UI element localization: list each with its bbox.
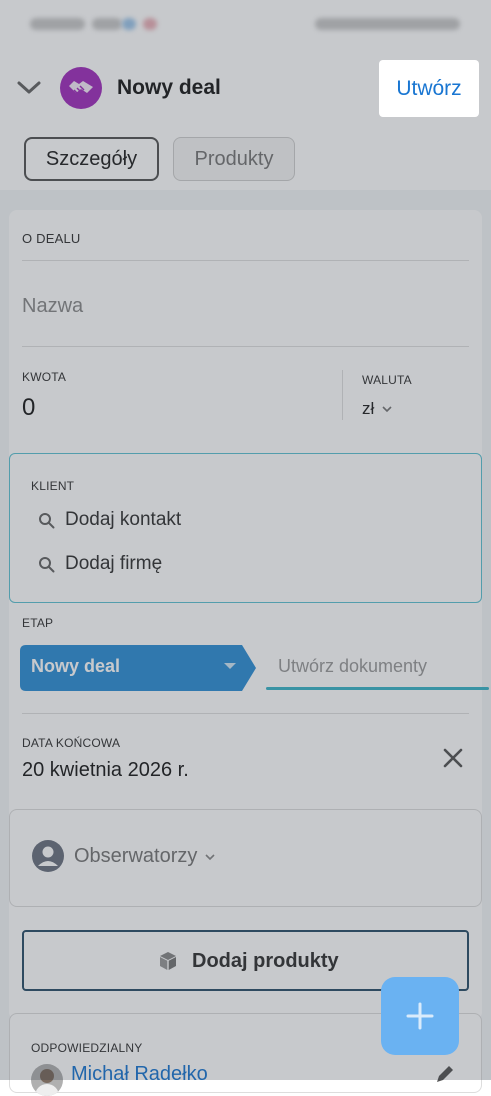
search-icon bbox=[39, 556, 55, 572]
divider bbox=[22, 713, 469, 714]
tab-bar: Szczegóły Produkty bbox=[0, 128, 491, 190]
pencil-icon[interactable] bbox=[434, 1063, 456, 1085]
responsible-name[interactable]: Michał Radełko bbox=[71, 1063, 208, 1086]
tab-products[interactable]: Produkty bbox=[173, 137, 295, 181]
add-products-label: Dodaj produkty bbox=[192, 950, 339, 972]
status-bar bbox=[0, 0, 491, 48]
create-documents-label: Utwórz dokumenty bbox=[278, 656, 428, 676]
end-date-value[interactable]: 20 kwietnia 2026 r. bbox=[22, 759, 189, 782]
handshake-icon bbox=[60, 67, 102, 109]
status-system-icons bbox=[315, 18, 460, 30]
chevron-down-icon bbox=[205, 853, 215, 860]
add-contact-label: Dodaj kontakt bbox=[65, 509, 182, 530]
add-company-button[interactable]: Dodaj firmę bbox=[38, 549, 162, 579]
divider bbox=[342, 370, 343, 420]
tab-details[interactable]: Szczegóły bbox=[24, 137, 159, 181]
observers-selector[interactable]: Obserwatorzy bbox=[74, 845, 216, 868]
stage-current-label: Nowy deal bbox=[31, 656, 121, 676]
observers-card[interactable]: Obserwatorzy bbox=[9, 809, 482, 907]
observers-label: Obserwatorzy bbox=[74, 845, 198, 867]
documents-underline bbox=[266, 687, 489, 690]
section-label-about: O DEALU bbox=[22, 231, 81, 246]
add-contact-button[interactable]: Dodaj kontakt bbox=[38, 505, 181, 535]
divider bbox=[22, 346, 469, 347]
amount-field[interactable]: 0 bbox=[22, 394, 35, 422]
chevron-down-icon bbox=[224, 663, 236, 669]
currency-value: zł bbox=[362, 399, 375, 418]
add-fab-button[interactable] bbox=[381, 977, 459, 1055]
currency-label: WALUTA bbox=[362, 373, 412, 387]
avatar bbox=[31, 1064, 63, 1096]
add-company-label: Dodaj firmę bbox=[65, 553, 163, 574]
responsible-label: ODPOWIEDZIALNY bbox=[31, 1041, 143, 1055]
header: Nowy deal Utwórz bbox=[0, 48, 491, 128]
status-time bbox=[30, 18, 85, 30]
status-notification-icons bbox=[92, 18, 122, 30]
name-field[interactable]: Nazwa bbox=[22, 295, 83, 318]
currency-select[interactable]: zł bbox=[362, 399, 393, 419]
status-app-icon bbox=[122, 18, 136, 30]
user-avatar-icon bbox=[32, 840, 64, 872]
create-button[interactable]: Utwórz bbox=[379, 60, 479, 117]
client-label: KLIENT bbox=[31, 479, 75, 493]
search-icon bbox=[39, 512, 55, 528]
amount-label: KWOTA bbox=[22, 370, 67, 384]
page-title: Nowy deal bbox=[117, 76, 221, 99]
end-date-label: DATA KOŃCOWA bbox=[22, 736, 121, 750]
plus-icon bbox=[406, 1002, 434, 1030]
close-icon[interactable] bbox=[440, 745, 466, 771]
box-icon bbox=[160, 952, 176, 970]
chevron-down-icon bbox=[382, 406, 392, 413]
stage-label: ETAP bbox=[22, 616, 54, 630]
chevron-down-icon[interactable] bbox=[16, 78, 42, 98]
divider bbox=[22, 260, 469, 261]
client-section: KLIENT Dodaj kontakt Dodaj firmę bbox=[9, 453, 482, 603]
status-app-icon bbox=[143, 18, 157, 30]
